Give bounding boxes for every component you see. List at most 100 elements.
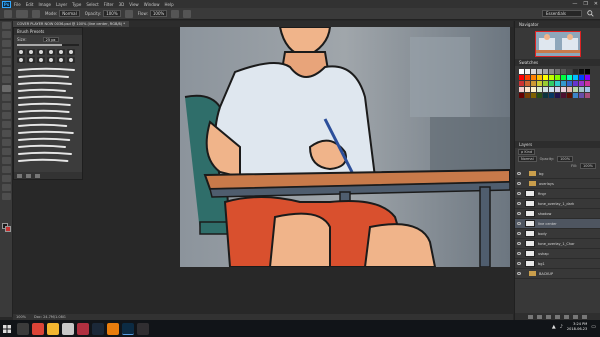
eraser-tool-icon[interactable] <box>2 112 11 119</box>
color-swatch[interactable] <box>537 69 542 74</box>
color-swatch[interactable] <box>573 87 578 92</box>
visibility-eye-icon[interactable] <box>517 232 521 235</box>
color-swatch[interactable] <box>531 87 536 92</box>
color-swatch[interactable] <box>525 93 530 98</box>
layer-row[interactable]: shadow <box>515 209 600 219</box>
blur-tool-icon[interactable] <box>2 130 11 137</box>
network-icon[interactable]: ▲ <box>552 324 556 330</box>
color-swatch[interactable] <box>585 69 590 74</box>
navigator-thumbnail[interactable] <box>535 31 581 57</box>
zoom-level[interactable]: 100% <box>16 315 26 319</box>
visibility-eye-icon[interactable] <box>517 212 521 215</box>
brush-stroke-preset[interactable] <box>17 67 79 73</box>
search-icon[interactable] <box>587 10 594 17</box>
start-button[interactable] <box>0 320 14 337</box>
new-preset-icon[interactable] <box>26 173 31 178</box>
delete-layer-icon[interactable] <box>582 314 587 319</box>
color-swatch[interactable] <box>549 81 554 86</box>
layer-row[interactable]: bg1 <box>515 259 600 269</box>
menu-3d[interactable]: 3D <box>119 2 125 7</box>
quick-select-tool-icon[interactable] <box>2 49 11 56</box>
toggle-brush-panel-icon[interactable] <box>17 173 22 178</box>
brush-tip-preset[interactable] <box>47 49 55 55</box>
brush-tip-preset[interactable] <box>47 57 55 63</box>
color-swatch[interactable] <box>579 81 584 86</box>
color-swatch[interactable] <box>531 69 536 74</box>
dodge-tool-icon[interactable] <box>2 139 11 146</box>
color-swatch[interactable] <box>579 69 584 74</box>
notifications-icon[interactable]: ▭ <box>591 324 596 330</box>
color-swatch[interactable] <box>567 81 572 86</box>
menu-file[interactable]: File <box>14 2 21 7</box>
lasso-tool-icon[interactable] <box>2 40 11 47</box>
clone-stamp-tool-icon[interactable] <box>2 94 11 101</box>
menu-edit[interactable]: Edit <box>26 2 34 7</box>
color-swatch[interactable] <box>525 81 530 86</box>
volume-icon[interactable]: ♪ <box>560 324 563 330</box>
color-swatch[interactable] <box>555 75 560 80</box>
visibility-eye-icon[interactable] <box>517 182 521 185</box>
color-swatch[interactable] <box>567 75 572 80</box>
history-brush-tool-icon[interactable] <box>2 103 11 110</box>
brush-stroke-preset[interactable] <box>17 88 79 94</box>
brush-stroke-preset[interactable] <box>17 130 79 136</box>
brush-tip-preset[interactable] <box>27 57 35 63</box>
pen-tool-icon[interactable] <box>2 148 11 155</box>
brush-stroke-preset[interactable] <box>17 74 79 80</box>
color-swatch[interactable] <box>519 93 524 98</box>
opacity-input[interactable]: 100% <box>103 10 121 17</box>
brush-stroke-preset[interactable] <box>17 151 79 157</box>
color-swatch[interactable] <box>519 69 524 74</box>
color-swatch[interactable] <box>585 75 590 80</box>
color-swatch[interactable] <box>525 69 530 74</box>
color-swatch[interactable] <box>573 69 578 74</box>
media-player-icon[interactable] <box>62 322 74 335</box>
link-layers-icon[interactable] <box>528 314 533 319</box>
artwork-canvas[interactable] <box>180 27 510 267</box>
maximize-button[interactable]: ❐ <box>583 1 587 7</box>
brush-stroke-preset[interactable] <box>17 137 79 143</box>
menu-help[interactable]: Help <box>164 2 173 7</box>
brush-tip-preset[interactable] <box>67 49 75 55</box>
color-swatch[interactable] <box>555 93 560 98</box>
file-explorer-icon[interactable] <box>47 322 59 335</box>
layer-kind-filter[interactable]: ρ Kind <box>518 148 536 155</box>
menu-type[interactable]: Type <box>72 2 81 7</box>
color-swatch[interactable] <box>525 75 530 80</box>
eyedropper-tool-icon[interactable] <box>2 67 11 74</box>
color-swatch[interactable] <box>561 87 566 92</box>
brush-tip-preset[interactable] <box>37 49 45 55</box>
visibility-eye-icon[interactable] <box>517 272 521 275</box>
game-app-icon[interactable] <box>77 322 89 335</box>
visibility-eye-icon[interactable] <box>517 262 521 265</box>
adjustment-layer-icon[interactable] <box>555 314 560 319</box>
color-swatch[interactable] <box>585 87 590 92</box>
add-mask-icon[interactable] <box>546 314 551 319</box>
color-swatch[interactable] <box>579 75 584 80</box>
menu-image[interactable]: Image <box>38 2 51 7</box>
color-swatch[interactable] <box>573 81 578 86</box>
close-button[interactable]: ✕ <box>594 1 598 7</box>
crop-tool-icon[interactable] <box>2 58 11 65</box>
brush-stroke-preset[interactable] <box>17 116 79 122</box>
brush-tip-preset[interactable] <box>17 57 25 63</box>
color-swatch[interactable] <box>537 81 542 86</box>
brush-panel-toggle-icon[interactable] <box>32 9 40 18</box>
visibility-eye-icon[interactable] <box>517 222 521 225</box>
menu-window[interactable]: Window <box>144 2 160 7</box>
layer-row[interactable]: overlays <box>515 179 600 189</box>
new-group-icon[interactable] <box>564 314 569 319</box>
color-swatch[interactable] <box>585 93 590 98</box>
brush-tip-preset[interactable] <box>57 57 65 63</box>
layer-fill-input[interactable]: 100% <box>579 162 596 169</box>
color-swatch[interactable] <box>573 93 578 98</box>
color-swatch[interactable] <box>573 75 578 80</box>
healing-tool-icon[interactable] <box>2 76 11 83</box>
flow-input[interactable]: 100% <box>149 10 168 17</box>
menu-layer[interactable]: Layer <box>56 2 67 7</box>
pressure-opacity-icon[interactable] <box>124 9 133 18</box>
color-swatch[interactable] <box>531 93 536 98</box>
airbrush-icon[interactable] <box>171 9 180 18</box>
layer-row[interactable]: bg <box>515 169 600 179</box>
hand-tool-icon[interactable] <box>2 184 11 191</box>
